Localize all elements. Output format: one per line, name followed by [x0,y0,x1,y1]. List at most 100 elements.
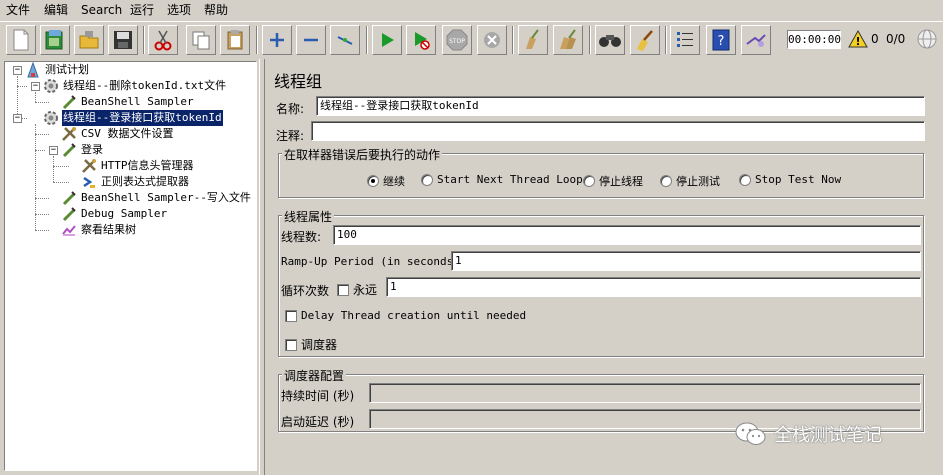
forever-checkbox[interactable]: 永远 [337,281,377,298]
open-button[interactable] [74,25,104,55]
expand-icon [270,33,284,47]
collapse-toggle[interactable]: − [13,66,22,75]
tree-item-csv-config[interactable]: CSV 数据文件设置 [61,126,175,142]
scheduler-checkbox[interactable]: 调度器 [285,336,337,353]
loop-count-field[interactable]: 1 [386,277,921,297]
tree-item-thread-group-delete[interactable]: 线程组--删除tokenId.txt文件 [43,78,227,94]
shutdown-icon [484,32,500,48]
tree-item-label: HTTP信息头管理器 [101,159,194,172]
function-helper-icon [677,32,693,47]
paste-button[interactable] [220,25,250,55]
error-action-title: 在取样器错误后要执行的动作 [282,146,443,163]
function-helper-button[interactable] [670,25,700,55]
tree-item-login[interactable]: 登录 [61,142,104,158]
menu-bar: 文件 编辑 Search 运行 选项 帮助 [0,0,943,21]
radio-stop-test[interactable]: 停止测试 [660,173,720,189]
tree-item-thread-group-login[interactable]: 线程组--登录接口获取tokenId [43,109,224,127]
menu-help[interactable]: 帮助 [204,3,228,18]
help-button[interactable]: ? [706,25,736,55]
tree-item-beanshell-sampler[interactable]: BeanShell Sampler [61,94,195,110]
open-icon [79,31,99,49]
shutdown-button[interactable] [477,25,507,55]
elapsed-timer: 00:00:00 [787,30,841,49]
radio-label: 继续 [383,175,405,188]
new-button[interactable] [6,25,36,55]
comment-field[interactable] [311,121,925,141]
menu-search[interactable]: Search [81,3,122,18]
name-field[interactable]: 线程组--登录接口获取tokenId [316,96,925,116]
config-icon [82,159,96,173]
radio-label: Start Next Thread Loop [437,173,583,186]
save-icon [114,31,132,49]
test-plan-tree[interactable]: − 测试计划 − 线程组--删除tokenId.txt文件 BeanShell … [4,61,257,471]
start-button[interactable] [372,25,402,55]
thread-group-icon [44,111,58,125]
threads-label: 线程数: [281,230,322,244]
threads-field[interactable]: 100 [333,225,921,245]
globe-icon [917,29,937,49]
radio-button[interactable] [739,173,751,186]
radio-button[interactable] [660,175,672,187]
clear-all-button[interactable] [553,25,583,55]
checkbox[interactable] [285,309,297,322]
checkbox[interactable] [285,338,297,351]
copy-button[interactable] [186,25,216,55]
stop-button[interactable]: STOP [442,25,472,55]
tree-item-http-header-manager[interactable]: HTTP信息头管理器 [81,158,195,174]
cut-button[interactable] [148,25,178,55]
new-icon [13,29,29,51]
radio-button[interactable] [583,175,595,187]
watermark-text: 全栈测试笔记 [774,425,882,446]
cut-icon [154,30,172,51]
collapse-button[interactable] [296,25,326,55]
collapse-toggle[interactable]: − [13,114,22,123]
menu-file[interactable]: 文件 [6,3,30,18]
radio-button[interactable] [367,175,379,187]
menu-options[interactable]: 选项 [167,3,191,18]
tree-item-regex-extractor[interactable]: 正则表达式提取器 [81,174,190,190]
radio-label: Stop Test Now [755,173,842,186]
clear-all-icon [560,29,576,49]
radio-continue[interactable]: 继续 [367,173,405,189]
tree-item-beanshell-write-file[interactable]: BeanShell Sampler--写入文件 [61,190,252,206]
checkbox[interactable] [337,283,349,296]
svg-text:!: ! [855,35,860,48]
tree-item-test-plan[interactable]: 测试计划 [25,62,90,78]
tree-item-view-results-tree[interactable]: 察看结果树 [61,222,137,238]
remote-icon [746,34,766,47]
toggle-icon [337,36,353,45]
active-thread-count: 0/0 [886,32,906,46]
paste-icon [227,30,243,50]
reset-search-button[interactable] [630,25,660,55]
delay-thread-label: Delay Thread creation until needed [301,309,527,322]
radio-button[interactable] [421,173,433,186]
radio-start-next-loop[interactable]: Start Next Thread Loop [421,173,583,186]
collapse-toggle[interactable]: − [31,82,40,91]
tree-item-label: 线程组--删除tokenId.txt文件 [63,79,227,92]
save-button[interactable] [108,25,138,55]
extractor-icon [83,176,95,188]
menu-edit[interactable]: 编辑 [44,3,68,18]
tree-item-label: BeanShell Sampler--写入文件 [81,191,251,204]
search-button[interactable] [595,25,625,55]
templates-button[interactable] [40,25,70,55]
pane-splitter[interactable] [259,59,265,475]
expand-button[interactable] [262,25,292,55]
duration-field[interactable] [369,383,921,403]
start-no-pause-button[interactable] [406,25,436,55]
toggle-button[interactable] [330,25,360,55]
clear-button[interactable] [518,25,548,55]
radio-stop-test-now[interactable]: Stop Test Now [739,173,841,186]
listener-icon [62,225,76,236]
comment-label: 注释: [276,129,305,143]
templates-icon [45,30,63,50]
tree-item-debug-sampler[interactable]: Debug Sampler [61,206,168,222]
radio-stop-thread[interactable]: 停止线程 [583,173,643,189]
collapse-toggle[interactable]: − [49,146,58,155]
rampup-field[interactable]: 1 [451,251,921,271]
help-icon: ? [712,29,730,51]
warning-icon[interactable]: ! [848,30,868,48]
delay-thread-checkbox[interactable]: Delay Thread creation until needed [285,309,526,322]
menu-run[interactable]: 运行 [130,3,154,18]
remote-button[interactable] [741,25,771,55]
